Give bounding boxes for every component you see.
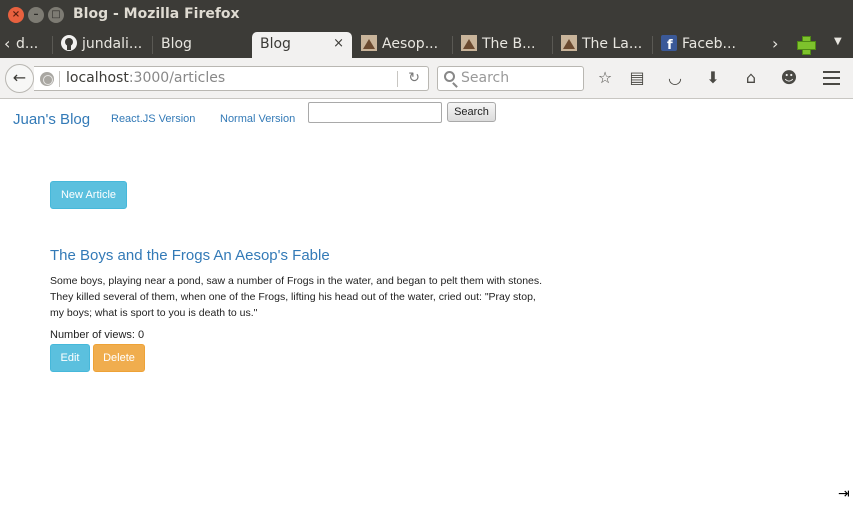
tab-label: Faceb... — [682, 36, 736, 52]
article-search-button[interactable]: Search — [447, 102, 496, 122]
new-tab-plus-icon[interactable] — [797, 36, 816, 55]
url-divider — [59, 71, 60, 87]
tab-strip: ‹ d... jundali... Blog Blog × Aesop... T… — [0, 30, 853, 58]
tab-label: Blog — [260, 36, 291, 52]
url-path: :3000/articles — [128, 70, 226, 86]
pocket-icon[interactable]: ◡ — [665, 68, 685, 88]
nav-link-normal[interactable]: Normal Version — [220, 113, 295, 125]
tab-4-active[interactable]: Blog × — [252, 32, 352, 58]
github-icon — [61, 35, 77, 51]
svg-text:f: f — [667, 38, 673, 51]
resize-cursor-icon: ⇥ — [838, 486, 850, 502]
url-text: localhost:3000/articles — [66, 70, 225, 86]
fable-image-icon — [461, 35, 477, 51]
back-button[interactable]: ← — [5, 64, 34, 93]
article-body: Some boys, playing near a pond, saw a nu… — [50, 275, 543, 319]
tab-8[interactable]: f Faceb... — [653, 32, 751, 58]
search-placeholder: Search — [461, 70, 510, 86]
globe-icon — [40, 72, 54, 86]
tab-7[interactable]: The La... — [553, 32, 651, 58]
tab-2[interactable]: jundali... — [53, 32, 151, 58]
url-divider — [397, 71, 398, 87]
bookmark-star-icon[interactable]: ☆ — [595, 68, 615, 88]
views-count: Number of views: 0 — [50, 329, 145, 341]
scroll-tabs-left-icon[interactable]: ‹ — [4, 32, 10, 58]
home-icon[interactable]: ⌂ — [741, 68, 761, 88]
fable-image-icon — [561, 35, 577, 51]
reading-list-icon[interactable]: ▤ — [627, 68, 647, 88]
tab-label: The B... — [482, 36, 536, 52]
url-bar[interactable]: localhost:3000/articles ↻ — [34, 66, 429, 91]
tab-label: The La... — [582, 36, 643, 52]
article-search-input[interactable] — [308, 102, 442, 123]
close-tab-icon[interactable]: × — [333, 32, 344, 56]
tab-1[interactable]: d... — [12, 32, 52, 58]
tab-5[interactable]: Aesop... — [353, 32, 451, 58]
window-maximize-button[interactable]: □ — [48, 7, 64, 23]
tab-label: Aesop... — [382, 36, 439, 52]
tab-label: Blog — [161, 36, 192, 52]
reload-icon[interactable]: ↻ — [408, 70, 420, 86]
scroll-tabs-right-icon[interactable]: › — [772, 32, 778, 58]
browser-search-input[interactable]: Search — [437, 66, 584, 91]
window-minimize-button[interactable]: – — [28, 7, 44, 23]
facebook-icon: f — [661, 35, 677, 51]
tab-3[interactable]: Blog — [153, 32, 251, 58]
tab-label: jundali... — [82, 36, 143, 52]
search-icon — [444, 71, 455, 82]
tab-list-dropdown-icon[interactable]: ▼ — [834, 36, 842, 47]
download-icon[interactable]: ⬇ — [703, 68, 723, 88]
edit-button[interactable]: Edit — [50, 344, 90, 372]
window-titlebar: × – □ Blog - Mozilla Firefox — [0, 0, 853, 30]
url-host: localhost — [66, 70, 129, 86]
window-close-button[interactable]: × — [8, 7, 24, 23]
window-title: Blog - Mozilla Firefox — [73, 6, 240, 22]
tab-6[interactable]: The B... — [453, 32, 551, 58]
nav-link-react[interactable]: React.JS Version — [111, 113, 195, 125]
menu-hamburger-icon[interactable] — [823, 71, 840, 85]
blog-brand-link[interactable]: Juan's Blog — [13, 111, 90, 128]
new-article-button[interactable]: New Article — [50, 181, 127, 209]
chat-icon[interactable]: ☻ — [779, 68, 799, 88]
article-title-link[interactable]: The Boys and the Frogs An Aesop's Fable — [50, 247, 330, 264]
delete-button[interactable]: Delete — [93, 344, 145, 372]
fable-image-icon — [361, 35, 377, 51]
tab-label: d... — [16, 36, 39, 52]
